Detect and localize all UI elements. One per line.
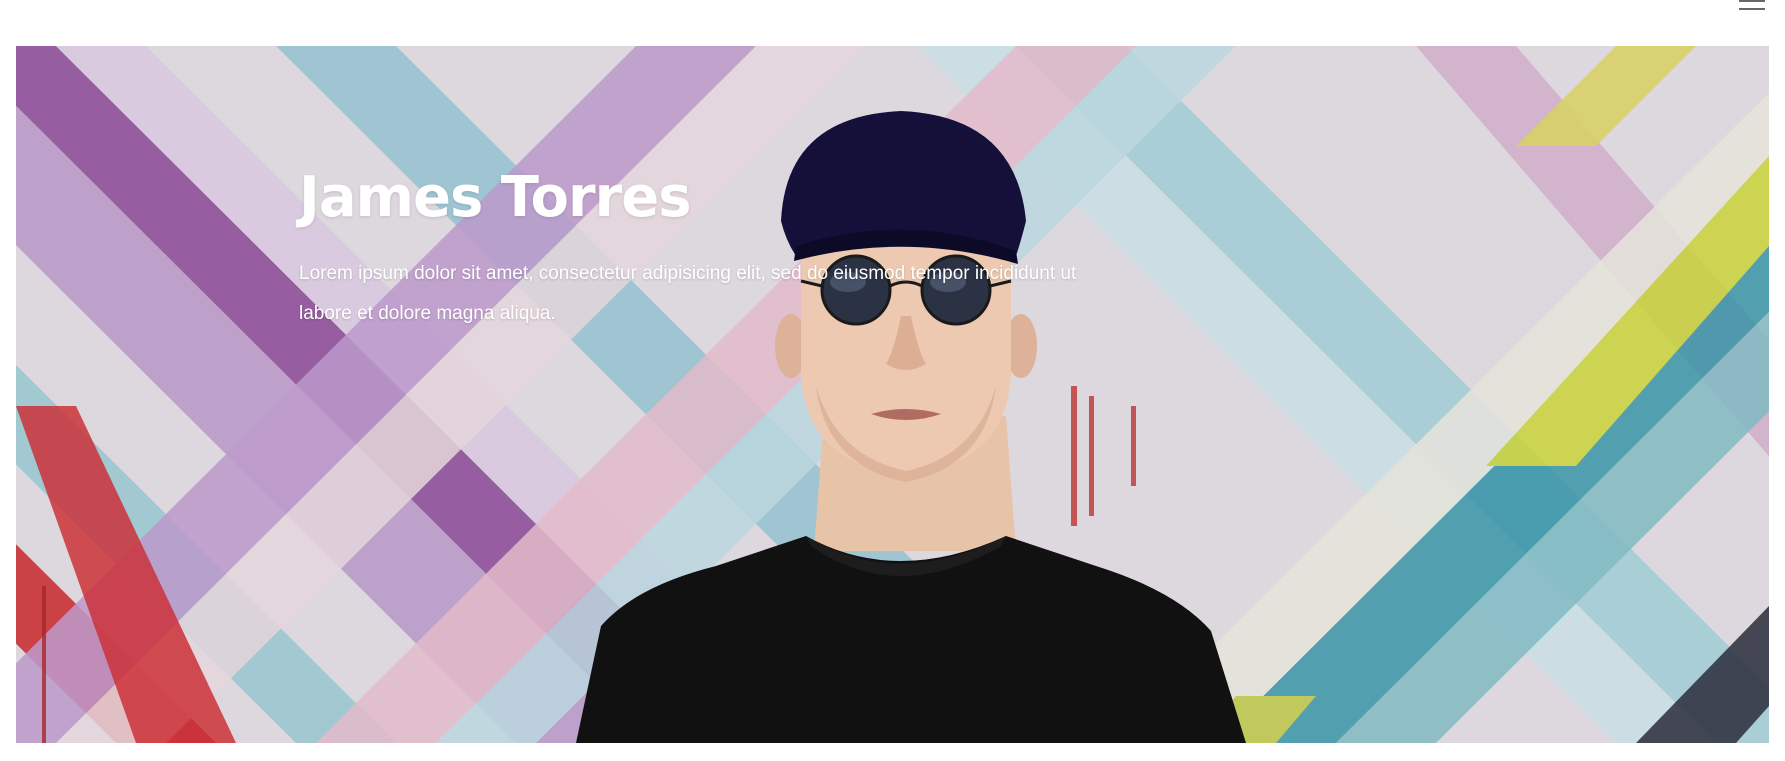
hamburger-menu-icon[interactable]: [1739, 0, 1769, 14]
hero-background-image: [16, 46, 1769, 743]
hero-description: Lorem ipsum dolor sit amet, consectetur …: [299, 263, 1077, 324]
top-bar: [0, 0, 1785, 46]
hero-banner: James Torres Lorem ipsum dolor sit amet,…: [16, 46, 1769, 743]
hero-title: James Torres: [299, 165, 692, 230]
hero-text-block: James Torres Lorem ipsum dolor sit amet,…: [299, 164, 1119, 334]
